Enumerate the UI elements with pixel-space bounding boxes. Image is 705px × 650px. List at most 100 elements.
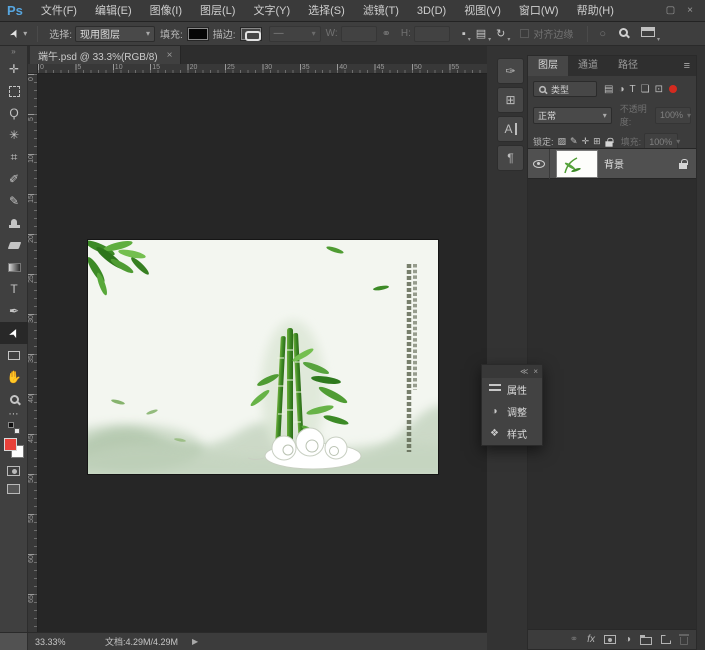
new-group-icon[interactable] <box>640 637 652 645</box>
lock-position-icon[interactable]: ✛ <box>582 136 590 147</box>
pen-tool[interactable]: ✒ <box>0 300 28 322</box>
color-swatches[interactable] <box>4 438 24 458</box>
close-panel-icon[interactable]: × <box>533 367 538 376</box>
fill-color-swatch[interactable] <box>188 28 208 40</box>
horizontal-ruler[interactable]: 0510152025303540455055 <box>38 64 487 74</box>
status-corner <box>0 633 28 650</box>
screen-mode-icon[interactable] <box>7 484 20 494</box>
move-tool[interactable]: ✛ <box>0 58 28 80</box>
lock-transparent-pixels-icon[interactable]: ▨ <box>558 136 567 147</box>
blend-mode-dropdown[interactable]: 正常 ▾ <box>533 107 612 124</box>
opacity-field[interactable]: 100% ▾ <box>655 107 691 124</box>
menu-item-0[interactable]: 文件(F) <box>32 0 86 22</box>
poster-artwork <box>88 240 438 474</box>
layer-row-background[interactable]: 背景 <box>528 149 696 179</box>
align-edges-option[interactable]: 对齐边缘 <box>520 26 573 41</box>
menu-item-8[interactable]: 视图(V) <box>455 0 510 22</box>
tab-paths[interactable]: 路径 <box>608 56 648 76</box>
path-alignment-icon[interactable]: ▤ ▾ <box>476 27 486 40</box>
layer-style-icon[interactable]: fx <box>587 634 595 645</box>
filter-type-layers-icon[interactable]: T <box>630 84 636 95</box>
lock-all-icon[interactable] <box>605 141 612 146</box>
path-arrangement-icon[interactable]: ↻ ▾ <box>496 27 505 40</box>
search-icon[interactable] <box>619 28 628 40</box>
menu-item-2[interactable]: 图像(I) <box>141 0 191 22</box>
panel-button-styles[interactable]: ❖ 样式 <box>482 422 542 444</box>
ruler-top-label: 5 <box>77 64 81 72</box>
path-operations-icon[interactable]: ▪ ▾ <box>462 28 466 40</box>
filter-toggle-light[interactable] <box>669 85 677 93</box>
document-image[interactable] <box>88 240 438 474</box>
close-window-icon[interactable]: × <box>687 5 693 16</box>
menu-item-7[interactable]: 3D(D) <box>408 0 455 22</box>
zoom-tool[interactable] <box>0 388 28 410</box>
tab-channels[interactable]: 通道 <box>568 56 608 76</box>
marquee-tool[interactable] <box>0 80 28 102</box>
new-adjustment-layer-icon[interactable]: ◑ <box>625 634 631 645</box>
add-layer-mask-icon[interactable] <box>604 635 616 644</box>
select-scope-dropdown[interactable]: 现用图层 ▾ <box>75 26 155 42</box>
type-tool[interactable]: T <box>0 278 28 300</box>
crop-tool[interactable]: ⌗ <box>0 146 28 168</box>
layer-visibility-cell[interactable] <box>528 149 550 179</box>
filter-pixel-layers-icon[interactable]: ▤ <box>604 84 613 95</box>
current-tool-preset[interactable]: ➤ ▾ <box>0 27 31 40</box>
shape-height-field[interactable] <box>414 26 450 42</box>
character-panel[interactable]: A <box>497 116 524 142</box>
eraser-tool[interactable] <box>0 234 28 256</box>
lock-image-pixels-icon[interactable]: ✎ <box>570 136 578 147</box>
zoom-level-field[interactable]: 33.33% <box>35 637 83 647</box>
menu-item-4[interactable]: 文字(Y) <box>244 0 299 22</box>
link-layers-icon[interactable]: ⚭ <box>570 634 578 645</box>
brush-panel[interactable]: ✑ <box>497 58 524 84</box>
workspace-layout-icon[interactable]: ▾ <box>641 27 655 40</box>
clone-stamp-tool[interactable] <box>0 212 28 234</box>
menu-item-6[interactable]: 滤镜(T) <box>354 0 408 22</box>
path-selection-tool[interactable]: ➤ <box>0 322 28 344</box>
gradient-tool-icon <box>8 263 21 272</box>
vertical-ruler[interactable]: 05101520253035404550556065 <box>28 74 38 632</box>
tab-layers[interactable]: 图层 <box>528 56 568 76</box>
rectangle-tool[interactable] <box>0 344 28 366</box>
eyedropper-tool[interactable]: ✐ <box>0 168 28 190</box>
canvas-area[interactable]: 0510152025303540455055 05101520253035404… <box>28 64 487 632</box>
delete-layer-icon[interactable] <box>680 637 688 645</box>
foreground-color-swatch[interactable] <box>4 438 17 451</box>
menu-item-9[interactable]: 窗口(W) <box>510 0 568 22</box>
paragraph-panel[interactable]: ¶ <box>497 145 524 171</box>
menu-item-3[interactable]: 图层(L) <box>191 0 244 22</box>
panel-button-adjustments[interactable]: ◑ 调整 <box>482 400 542 422</box>
stroke-style-dropdown[interactable]: — ▾ <box>269 26 321 42</box>
layer-thumbnail[interactable] <box>557 151 597 177</box>
lock-artboard-icon[interactable]: ⊞ <box>593 136 601 147</box>
quick-selection-tool[interactable]: ✳ <box>0 124 28 146</box>
document-tab[interactable]: 端午.psd @ 33.3%(RGB/8) × <box>30 46 181 64</box>
divider <box>587 26 588 42</box>
lasso-tool[interactable]: Ϙ <box>0 102 28 124</box>
layer-filter-type-dropdown[interactable]: 类型 <box>533 81 597 97</box>
clone-source-panel[interactable]: ⊞ <box>497 87 524 113</box>
close-tab-icon[interactable]: × <box>167 50 173 61</box>
quick-mask-mode-icon[interactable] <box>7 466 20 476</box>
shape-width-field[interactable] <box>341 26 377 42</box>
filter-group-layers-icon[interactable]: ❏ <box>641 84 650 95</box>
new-layer-icon[interactable] <box>661 635 671 644</box>
filter-smart-objects-icon[interactable]: ⊡ <box>655 84 663 95</box>
filter-adjustment-layers-icon[interactable]: ◑ <box>618 84 624 95</box>
toolbar-ellipsis-icon[interactable]: ⋯ <box>9 410 19 420</box>
status-expand-icon[interactable]: ▶ <box>192 637 198 646</box>
hand-tool[interactable]: ✋ <box>0 366 28 388</box>
menu-item-5[interactable]: 选择(S) <box>299 0 354 22</box>
collapse-panel-icon[interactable]: ≪ <box>520 367 528 376</box>
toolbar-collapse-icon[interactable]: » <box>0 46 27 58</box>
brush-tool[interactable]: ✎ <box>0 190 28 212</box>
gradient-tool[interactable] <box>0 256 28 278</box>
stroke-color-swatch[interactable] <box>241 28 261 40</box>
panel-menu-icon[interactable]: ≡ <box>678 56 696 76</box>
link-dimensions-icon[interactable]: ⚭ <box>382 27 391 40</box>
menu-item-1[interactable]: 编辑(E) <box>86 0 141 22</box>
menu-item-10[interactable]: 帮助(H) <box>568 0 623 22</box>
restore-window-icon[interactable]: ▢ <box>666 5 675 16</box>
panel-button-properties[interactable]: 属性 <box>482 378 542 400</box>
default-swap-colors-icon[interactable] <box>8 422 20 434</box>
